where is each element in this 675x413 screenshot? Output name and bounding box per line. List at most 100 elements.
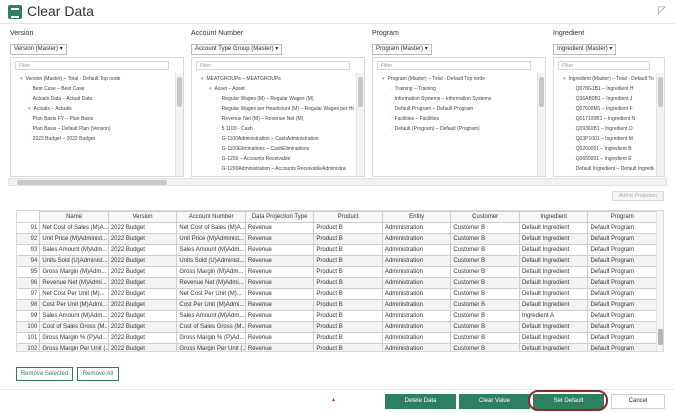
tree-item[interactable]: · Actuals Data – Actual Data [15,94,173,104]
tree-item[interactable]: · Best Case – Best Case [15,84,173,94]
column-header[interactable]: Account Number [176,211,246,223]
remove-all-button[interactable]: Remove All [77,367,119,381]
tree-horizontal-scrollbar[interactable] [8,178,667,186]
tree-item-label: G-1100Administration – CashAdministratio… [221,136,319,142]
tree-item[interactable]: · Default (Program) – Default (Program) [377,124,535,134]
tree-item[interactable]: ▾ Asset – Asset [196,84,354,94]
corner-icon[interactable]: ◸ [655,4,669,18]
tree-item[interactable]: · Plan Basis – Default Plan (Version) [15,124,173,134]
table-row[interactable]: 95 Gross Margin (M)Adm... 2022 Budget Gross… [17,266,657,278]
tree-item[interactable]: · Q078G1B1 – Ingredient H [558,84,654,94]
tree-item[interactable]: · Q03P1001 – Ingredient M [558,134,654,144]
column-header[interactable]: Program [587,211,657,223]
tree-item[interactable]: ▾ Version (Master) – Total - Default Top … [15,74,173,84]
table-cell: Default Ingredient [518,233,589,245]
tree-item[interactable]: · G-1100Administration – CashAdministrati… [196,134,354,144]
filter-input[interactable]: Filter [377,61,531,70]
bullet-icon: · [571,166,573,172]
cancel-button[interactable]: Cancel [611,394,665,409]
collapse-caret-icon[interactable]: ▴ [332,396,335,403]
tree-item[interactable]: · Q36AB0B1 – Ingredient J [558,94,654,104]
filter-input[interactable]: Filter [196,61,350,70]
table-header-row: Name Version Account Number Data Projection… [17,211,657,223]
table-cell: Default Ingredient [518,321,589,333]
tree-item[interactable]: ▾ Actuals – Actuals [15,104,173,114]
table-row[interactable]: 97 Net Cost Per Unit (M)... 2022 Budget Net… [17,288,657,300]
table-cell: Revenue Net (M)Admi... [176,277,246,289]
tree-item[interactable]: · G-1100Eliminations – CashEliminations [196,144,354,154]
tree-item[interactable]: · Q0260001 – Ingredient B [558,144,654,154]
tree-item[interactable]: · Revenue Net (M) – Revenue Net (M) [196,114,354,124]
table-cell: Administration [381,233,452,245]
tree-item[interactable]: · Default Ingredient – Default Ingredie [558,164,654,174]
column-header[interactable]: Version [107,211,178,223]
tree-scrollbar[interactable] [537,73,545,176]
tree-item[interactable]: · 5 1100 - Cash [196,124,354,134]
tree-item[interactable]: · 2022 Budget – 2022 Budget [15,134,173,144]
column-header[interactable]: Entity [381,211,452,223]
table-cell: Default Program [587,233,657,245]
tree-item[interactable]: · Q07600M1 – Ingredient F [558,104,654,114]
column-header[interactable]: Customer [450,211,520,223]
table-row[interactable]: 99 Sales Amount (M)Adm... 2022 Budget Sales… [17,310,657,322]
tree-item-label: G-1100Eliminations – CashEliminations [221,146,310,152]
dimension-select[interactable]: Account Type Group (Master) ▾ [191,44,283,55]
table-row[interactable]: 93 Sales Amount (M)Adm... 2022 Budget Sales… [17,244,657,256]
tree-item[interactable]: · Regular Wages (M) – Regular Wages (M) [196,94,354,104]
tree-item[interactable]: · Regular Wages per Headcount (M) – Regul… [196,104,354,114]
tree-item[interactable]: · Plan Basis FY – Plan Basis [15,114,173,124]
table-row[interactable]: 91 Net Cost of Sales (M)A... 2022 Budget Ne… [17,222,657,234]
clear-value-button[interactable]: Clear Value [459,394,530,409]
table-cell: Cost of Sales Gross (M... [176,321,246,333]
table-row[interactable]: 100 Cost of Sales Gross (M... 2022 Budget C… [17,321,657,333]
delete-data-button[interactable]: Delete Data [385,394,456,409]
tree-item[interactable]: · Q09360B1 – Ingredient O [558,124,654,134]
table-vertical-scrollbar[interactable] [656,211,663,351]
row-number: 93 [17,244,40,256]
dimension-select[interactable]: Ingredient (Master) ▾ [553,44,617,55]
tree-item[interactable]: · Facilities – Facilities [377,114,535,124]
column-header[interactable]: Ingredient [518,211,589,223]
table-cell: Customer B [450,222,520,234]
tree-item[interactable]: · G-1200 – Accounts Receivable [196,154,354,164]
table-row[interactable]: 102 Gross Margin Per Unit (... 2022 Budget… [17,343,657,351]
tree-item[interactable]: ▾ Ingredient (Master) – Total - Default T… [558,74,654,84]
tree-item[interactable]: · G-1200Administration – Accounts Receiva… [196,164,354,174]
table-cell: Product B [313,343,383,351]
table-cell: Default Ingredient [518,288,589,300]
table-row[interactable]: 98 Cost Per Unit (M)Admi... 2022 Budget Cos… [17,299,657,311]
tree-scrollbar[interactable] [656,73,664,176]
filter-input[interactable]: Filter [558,61,650,70]
tree-item[interactable]: · Training – Training [377,84,535,94]
table-cell: Cost Per Unit (M)Admi... [176,299,246,311]
table-row[interactable]: 96 Revenue Net (M)Admi... 2022 Budget Reven… [17,277,657,289]
table-row[interactable]: 92 Unit Price (M)Administ... 2022 Budget Un… [17,233,657,245]
column-header[interactable]: Data Projection Type [244,211,315,223]
add-to-projection-button[interactable]: Add to Projection [612,191,664,201]
dimension-select[interactable]: Version (Master) ▾ [10,44,67,55]
dimension-select-value: Version (Master) [14,46,59,52]
tree-item[interactable]: · Default Program – Default Program [377,104,535,114]
tree-item[interactable]: · Q0650001 – Ingredient E [558,154,654,164]
table-cell: Default Program [587,332,657,344]
tree-item[interactable]: · Q017100B1 – Ingredient N [558,114,654,124]
filter-input[interactable]: Filter [15,61,169,70]
dimension-select[interactable]: Program (Master) ▾ [372,44,432,55]
bullet-icon: · [28,116,30,122]
tree-item-label: Q09360B1 – Ingredient O [575,126,633,132]
table-row[interactable]: 101 Gross Margin % (P)Ad... 2022 Budget Gro… [17,332,657,344]
tree-item[interactable]: ▾ Program (Master) – Total - Default Top … [377,74,535,84]
table-cell: Customer B [450,233,520,245]
dimension-label: Version [10,30,34,37]
tree-item[interactable]: · Information Systems – Information Syste… [377,94,535,104]
remove-selected-button[interactable]: Remove Selected [16,367,73,381]
tree-scrollbar[interactable] [356,73,364,176]
table-cell: Gross Margin (M)Adm... [39,266,109,278]
column-header[interactable]: Name [39,211,109,223]
tree-item[interactable]: ▾ MEATGROUPs – MEATGROUPs [196,74,354,84]
column-header[interactable]: Product [313,211,383,223]
tree-scrollbar[interactable] [175,73,183,176]
highlight-ring [528,390,608,411]
table-row[interactable]: 94 Units Sold (U)Administ... 2022 Budget Un… [17,255,657,267]
table-cell: Unit Price (M)Administ... [176,233,246,245]
